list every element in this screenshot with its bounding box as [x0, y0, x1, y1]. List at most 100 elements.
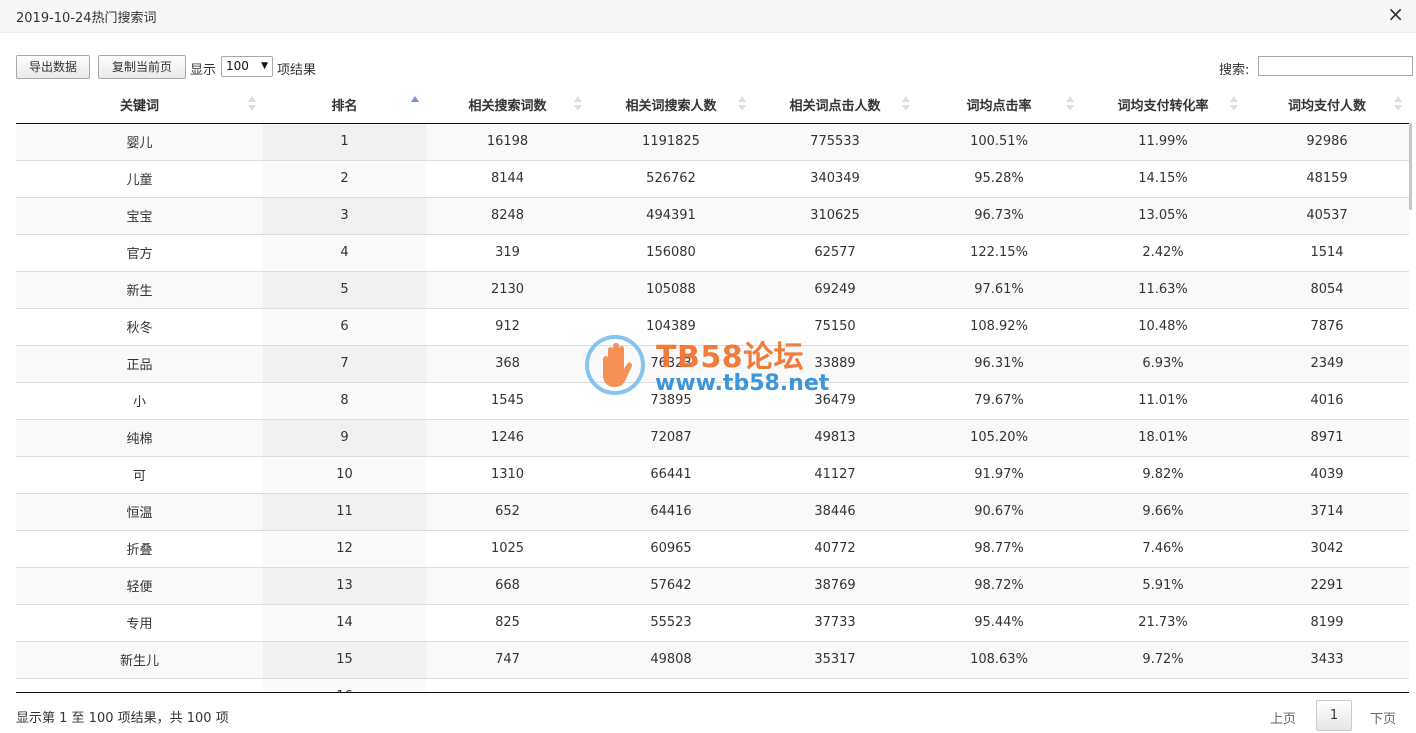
- table-cell: 8248: [426, 196, 589, 234]
- table-cell: 儿童: [16, 159, 263, 197]
- table-cell: 8199: [1245, 603, 1409, 641]
- export-data-button[interactable]: 导出数据: [16, 55, 90, 79]
- table-cell: 825: [426, 603, 589, 641]
- page-1-button[interactable]: 1: [1316, 700, 1352, 731]
- column-header[interactable]: 关键词: [16, 86, 263, 124]
- table-cell: 66441: [589, 455, 753, 493]
- table-cell: 79.67%: [917, 381, 1081, 419]
- column-header-label: 相关搜索词数: [468, 98, 547, 114]
- table-cell: [1081, 677, 1245, 692]
- table-cell: 8144: [426, 159, 589, 197]
- table-cell: 14: [263, 603, 426, 641]
- table-cell: 11.99%: [1081, 123, 1245, 160]
- dialog-title: 2019-10-24热门搜索词: [16, 11, 157, 26]
- table-cell: 57642: [589, 566, 753, 604]
- column-header-label: 相关词点击人数: [789, 98, 881, 114]
- table-cell: 108.63%: [917, 640, 1081, 678]
- table-row[interactable]: 官方 4 319 156080 62577 122.15% 2.42% 1514: [16, 233, 1409, 271]
- table-cell: 2291: [1245, 566, 1409, 604]
- column-header[interactable]: 词均支付人数: [1245, 86, 1409, 124]
- column-header[interactable]: 排名: [263, 86, 426, 124]
- table-cell: 14.15%: [1081, 159, 1245, 197]
- table-row[interactable]: 宝宝 3 8248 494391 310625 96.73% 13.05% 40537: [16, 196, 1409, 234]
- search-input[interactable]: [1258, 56, 1413, 76]
- sort-icon[interactable]: [573, 96, 583, 112]
- column-header-label: 词均点击率: [966, 98, 1032, 114]
- table-row[interactable]: 儿童 2 8144 526762 340349 95.28% 14.15% 48159: [16, 159, 1409, 197]
- table-cell: 11: [263, 492, 426, 530]
- table-cell: 5.91%: [1081, 566, 1245, 604]
- table-row[interactable]: 恒温 11 652 64416 38446 90.67% 9.66% 3714: [16, 492, 1409, 530]
- table-cell: 正品: [16, 344, 263, 382]
- table-cell: 6: [263, 307, 426, 345]
- table-toolbar: 导出数据 复制当前页 显示 100 ▼ 项结果 搜索:: [16, 55, 1414, 79]
- table-row[interactable]: 可 10 1310 66441 41127 91.97% 9.82% 4039: [16, 455, 1409, 493]
- table-row[interactable]: 正品 7 368 76323 33889 96.31% 6.93% 2349: [16, 344, 1409, 382]
- table-cell: [1245, 677, 1409, 692]
- sort-icon[interactable]: [247, 96, 257, 112]
- table-cell: 62577: [753, 233, 917, 271]
- table-row[interactable]: 16: [16, 677, 1409, 692]
- column-header[interactable]: 词均支付转化率: [1081, 86, 1245, 124]
- table-cell: 5: [263, 270, 426, 308]
- sort-icon[interactable]: [737, 96, 747, 112]
- table-cell: 97.61%: [917, 270, 1081, 308]
- sort-icon[interactable]: [1229, 96, 1239, 112]
- close-icon[interactable]: ×: [1387, 4, 1404, 24]
- column-header[interactable]: 相关词点击人数: [753, 86, 917, 124]
- table-row[interactable]: 纯棉 9 1246 72087 49813 105.20% 18.01% 8971: [16, 418, 1409, 456]
- table-cell: 可: [16, 455, 263, 493]
- sort-icon[interactable]: [410, 96, 420, 112]
- sort-icon[interactable]: [901, 96, 911, 112]
- copy-page-button[interactable]: 复制当前页: [98, 55, 186, 79]
- page-length-value: 100: [226, 59, 249, 73]
- table-cell: 8054: [1245, 270, 1409, 308]
- table-cell: 319: [426, 233, 589, 271]
- table-cell: 1025: [426, 529, 589, 567]
- table-cell: 9: [263, 418, 426, 456]
- table-cell: 9.66%: [1081, 492, 1245, 530]
- table-cell: 310625: [753, 196, 917, 234]
- table-cell: [16, 677, 263, 692]
- table-row[interactable]: 婴儿 1 16198 1191825 775533 100.51% 11.99% 92986: [16, 123, 1409, 160]
- table-cell: 96.31%: [917, 344, 1081, 382]
- column-header[interactable]: 相关搜索词数: [426, 86, 589, 124]
- sort-icon[interactable]: [1065, 96, 1075, 112]
- table-cell: 官方: [16, 233, 263, 271]
- table-row[interactable]: 专用 14 825 55523 37733 95.44% 21.73% 8199: [16, 603, 1409, 641]
- table-cell: 7876: [1245, 307, 1409, 345]
- result-label: 项结果: [277, 63, 317, 78]
- search-label: 搜索:: [1219, 63, 1250, 78]
- table-cell: 2130: [426, 270, 589, 308]
- table-row[interactable]: 折叠 12 1025 60965 40772 98.77% 7.46% 3042: [16, 529, 1409, 567]
- table-cell: [426, 677, 589, 692]
- table-row[interactable]: 轻便 13 668 57642 38769 98.72% 5.91% 2291: [16, 566, 1409, 604]
- table-cell: 15: [263, 640, 426, 678]
- table-row[interactable]: 秋冬 6 912 104389 75150 108.92% 10.48% 7876: [16, 307, 1409, 345]
- next-page-button[interactable]: 下页: [1370, 708, 1396, 727]
- table-cell: 98.77%: [917, 529, 1081, 567]
- prev-page-button[interactable]: 上页: [1270, 708, 1296, 727]
- column-header[interactable]: 相关词搜索人数: [589, 86, 753, 124]
- sort-icon[interactable]: [1393, 96, 1403, 112]
- table-scrollbar[interactable]: [1409, 123, 1412, 210]
- table-cell: 13.05%: [1081, 196, 1245, 234]
- table-cell: 专用: [16, 603, 263, 641]
- table-row[interactable]: 小 8 1545 73895 36479 79.67% 11.01% 4016: [16, 381, 1409, 419]
- table-cell: 49808: [589, 640, 753, 678]
- table-cell: [589, 677, 753, 692]
- table-cell: 9.72%: [1081, 640, 1245, 678]
- column-header[interactable]: 词均点击率: [917, 86, 1081, 124]
- table-cell: 48159: [1245, 159, 1409, 197]
- page-length-select[interactable]: 100 ▼: [221, 56, 273, 77]
- table-cell: 折叠: [16, 529, 263, 567]
- table-cell: 新生: [16, 270, 263, 308]
- table-cell: 92986: [1245, 123, 1409, 160]
- keyword-table: 关键词 排名 相关搜索词数 相关词搜索人数 相关词点击人数 词均点击率 词均支付转化率 词均支…: [16, 86, 1409, 693]
- table-cell: 104389: [589, 307, 753, 345]
- table-row[interactable]: 新生儿 15 747 49808 35317 108.63% 9.72% 3433: [16, 640, 1409, 678]
- table-cell: 38446: [753, 492, 917, 530]
- table-row[interactable]: 新生 5 2130 105088 69249 97.61% 11.63% 8054: [16, 270, 1409, 308]
- table-cell: 69249: [753, 270, 917, 308]
- table-cell: 1: [263, 123, 426, 160]
